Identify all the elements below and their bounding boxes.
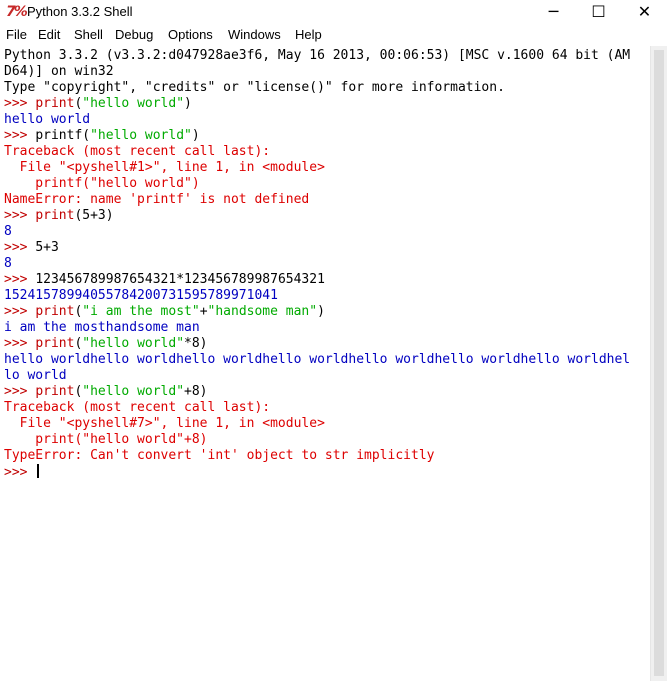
console-line: >>> 5+3 bbox=[4, 240, 650, 256]
console-line: 15241578994055784200731595789971041 bbox=[4, 288, 650, 304]
console-text-prompt: >>> bbox=[4, 272, 36, 287]
console-line: Python 3.3.2 (v3.3.2:d047928ae3f6, May 1… bbox=[4, 48, 650, 64]
console-text-prompt: >>> bbox=[4, 304, 36, 319]
shell-text-area[interactable]: Python 3.3.2 (v3.3.2:d047928ae3f6, May 1… bbox=[0, 46, 650, 681]
console-text-code: + bbox=[199, 304, 208, 319]
console-text-string: "i am the most" bbox=[82, 304, 200, 319]
console-text-prompt: print bbox=[35, 304, 75, 319]
console-text-error: Traceback (most recent call last): bbox=[4, 400, 271, 415]
maximize-button[interactable]: ☐ bbox=[576, 0, 621, 22]
console-text-prompt: >>> bbox=[4, 128, 36, 143]
menu-edit[interactable]: Edit bbox=[38, 27, 60, 42]
console-text-code: printf( bbox=[35, 128, 91, 143]
console-text-prompt: >>> bbox=[4, 96, 36, 111]
console-line: >>> print("hello world") bbox=[4, 96, 650, 112]
console-text-error: Traceback (most recent call last): bbox=[4, 144, 271, 159]
idle-shell-window: 7% Python 3.3.2 Shell ─ ☐ ✕ File Edit Sh… bbox=[0, 0, 667, 681]
console-line: hello world bbox=[4, 112, 650, 128]
console-line: D64)] on win32 bbox=[4, 64, 650, 80]
input-line[interactable]: >>> bbox=[4, 464, 650, 480]
console-text-code: 5+3 bbox=[35, 240, 59, 255]
console-line: Type "copyright", "credits" or "license(… bbox=[4, 80, 650, 96]
menu-options[interactable]: Options bbox=[168, 27, 213, 42]
console-text-code: 123456789987654321*123456789987654321 bbox=[35, 272, 325, 287]
console-text-code: +8) bbox=[184, 384, 208, 399]
console-text-error: printf("hello world") bbox=[4, 176, 200, 191]
console-text-code: ) bbox=[184, 96, 192, 111]
console-text-output: hello world bbox=[4, 112, 91, 127]
menu-shell[interactable]: Shell bbox=[74, 27, 103, 42]
console-text-output: 15241578994055784200731595789971041 bbox=[4, 288, 278, 303]
console-text-output: hello worldhello worldhello worldhello w… bbox=[4, 352, 631, 367]
console-line: hello worldhello worldhello worldhello w… bbox=[4, 352, 650, 368]
console-text-error: File "<pyshell#1>", line 1, in <module> bbox=[4, 160, 325, 175]
input-prompt: >>> bbox=[4, 465, 36, 480]
menu-windows[interactable]: Windows bbox=[228, 27, 281, 42]
console-text-prompt: >>> bbox=[4, 240, 36, 255]
console-line: printf("hello world") bbox=[4, 176, 650, 192]
console-line: lo world bbox=[4, 368, 650, 384]
console-text-prompt: print bbox=[35, 336, 75, 351]
console-text-string: "handsome man" bbox=[207, 304, 318, 319]
console-line: File "<pyshell#7>", line 1, in <module> bbox=[4, 416, 650, 432]
console-text-code: *8) bbox=[184, 336, 208, 351]
console-text-output: lo world bbox=[4, 368, 67, 383]
console-line: 8 bbox=[4, 224, 650, 240]
console-line: >>> printf("hello world") bbox=[4, 128, 650, 144]
console-text-error: NameError: name 'printf' is not defined bbox=[4, 192, 310, 207]
console-text-error: TypeError: Can't convert 'int' object to… bbox=[4, 448, 435, 463]
console-text-string: "hello world" bbox=[82, 384, 185, 399]
console-text-header: Python 3.3.2 (v3.3.2:d047928ae3f6, May 1… bbox=[4, 48, 631, 63]
console-text-output: 8 bbox=[4, 256, 12, 271]
console-text-header: Type "copyright", "credits" or "license(… bbox=[4, 80, 505, 95]
console-text-string: "hello world" bbox=[82, 96, 185, 111]
console-line: NameError: name 'printf' is not defined bbox=[4, 192, 650, 208]
console-text-output: i am the mosthandsome man bbox=[4, 320, 200, 335]
console-line: >>> print("hello world"+8) bbox=[4, 384, 650, 400]
console-text-string: "hello world" bbox=[90, 128, 192, 143]
console-line: >>> print("i am the most"+"handsome man"… bbox=[4, 304, 650, 320]
console-line: >>> 123456789987654321*12345678998765432… bbox=[4, 272, 650, 288]
console-text-error: File "<pyshell#7>", line 1, in <module> bbox=[4, 416, 325, 431]
console-text-code: ) bbox=[317, 304, 325, 319]
menu-bar: File Edit Shell Debug Options Windows He… bbox=[0, 25, 667, 45]
console-text-prompt: print bbox=[35, 384, 75, 399]
menu-help[interactable]: Help bbox=[295, 27, 322, 42]
text-cursor bbox=[37, 464, 40, 478]
scrollbar-thumb[interactable] bbox=[654, 50, 664, 676]
console-text-error: print("hello world"+8) bbox=[4, 432, 208, 447]
console-text-code: ) bbox=[191, 128, 200, 143]
menu-debug[interactable]: Debug bbox=[115, 27, 153, 42]
console-text-prompt: print bbox=[35, 208, 75, 223]
close-button[interactable]: ✕ bbox=[622, 0, 667, 22]
window-title: Python 3.3.2 Shell bbox=[27, 4, 133, 19]
title-bar[interactable]: 7% Python 3.3.2 Shell ─ ☐ ✕ bbox=[0, 0, 667, 24]
menu-file[interactable]: File bbox=[6, 27, 27, 42]
console-text-prompt: >>> bbox=[4, 336, 36, 351]
console-text-code: (5+3) bbox=[74, 208, 114, 223]
console-text-header: D64)] on win32 bbox=[4, 64, 114, 79]
console-line: File "<pyshell#1>", line 1, in <module> bbox=[4, 160, 650, 176]
console-text-prompt: >>> bbox=[4, 208, 36, 223]
console-text-string: "hello world" bbox=[82, 336, 185, 351]
minimize-button[interactable]: ─ bbox=[531, 0, 576, 22]
vertical-scrollbar[interactable] bbox=[650, 46, 667, 681]
console-text-output: 8 bbox=[4, 224, 12, 239]
console-text-prompt: >>> bbox=[4, 384, 36, 399]
python-idle-icon: 7% bbox=[6, 4, 28, 20]
console-text-prompt: print bbox=[35, 96, 75, 111]
console-line: print("hello world"+8) bbox=[4, 432, 650, 448]
console-line: TypeError: Can't convert 'int' object to… bbox=[4, 448, 650, 464]
console-line: >>> print("hello world"*8) bbox=[4, 336, 650, 352]
console-line: Traceback (most recent call last): bbox=[4, 144, 650, 160]
console-line: i am the mosthandsome man bbox=[4, 320, 650, 336]
console-line: Traceback (most recent call last): bbox=[4, 400, 650, 416]
console-line: >>> print(5+3) bbox=[4, 208, 650, 224]
console-line: 8 bbox=[4, 256, 650, 272]
